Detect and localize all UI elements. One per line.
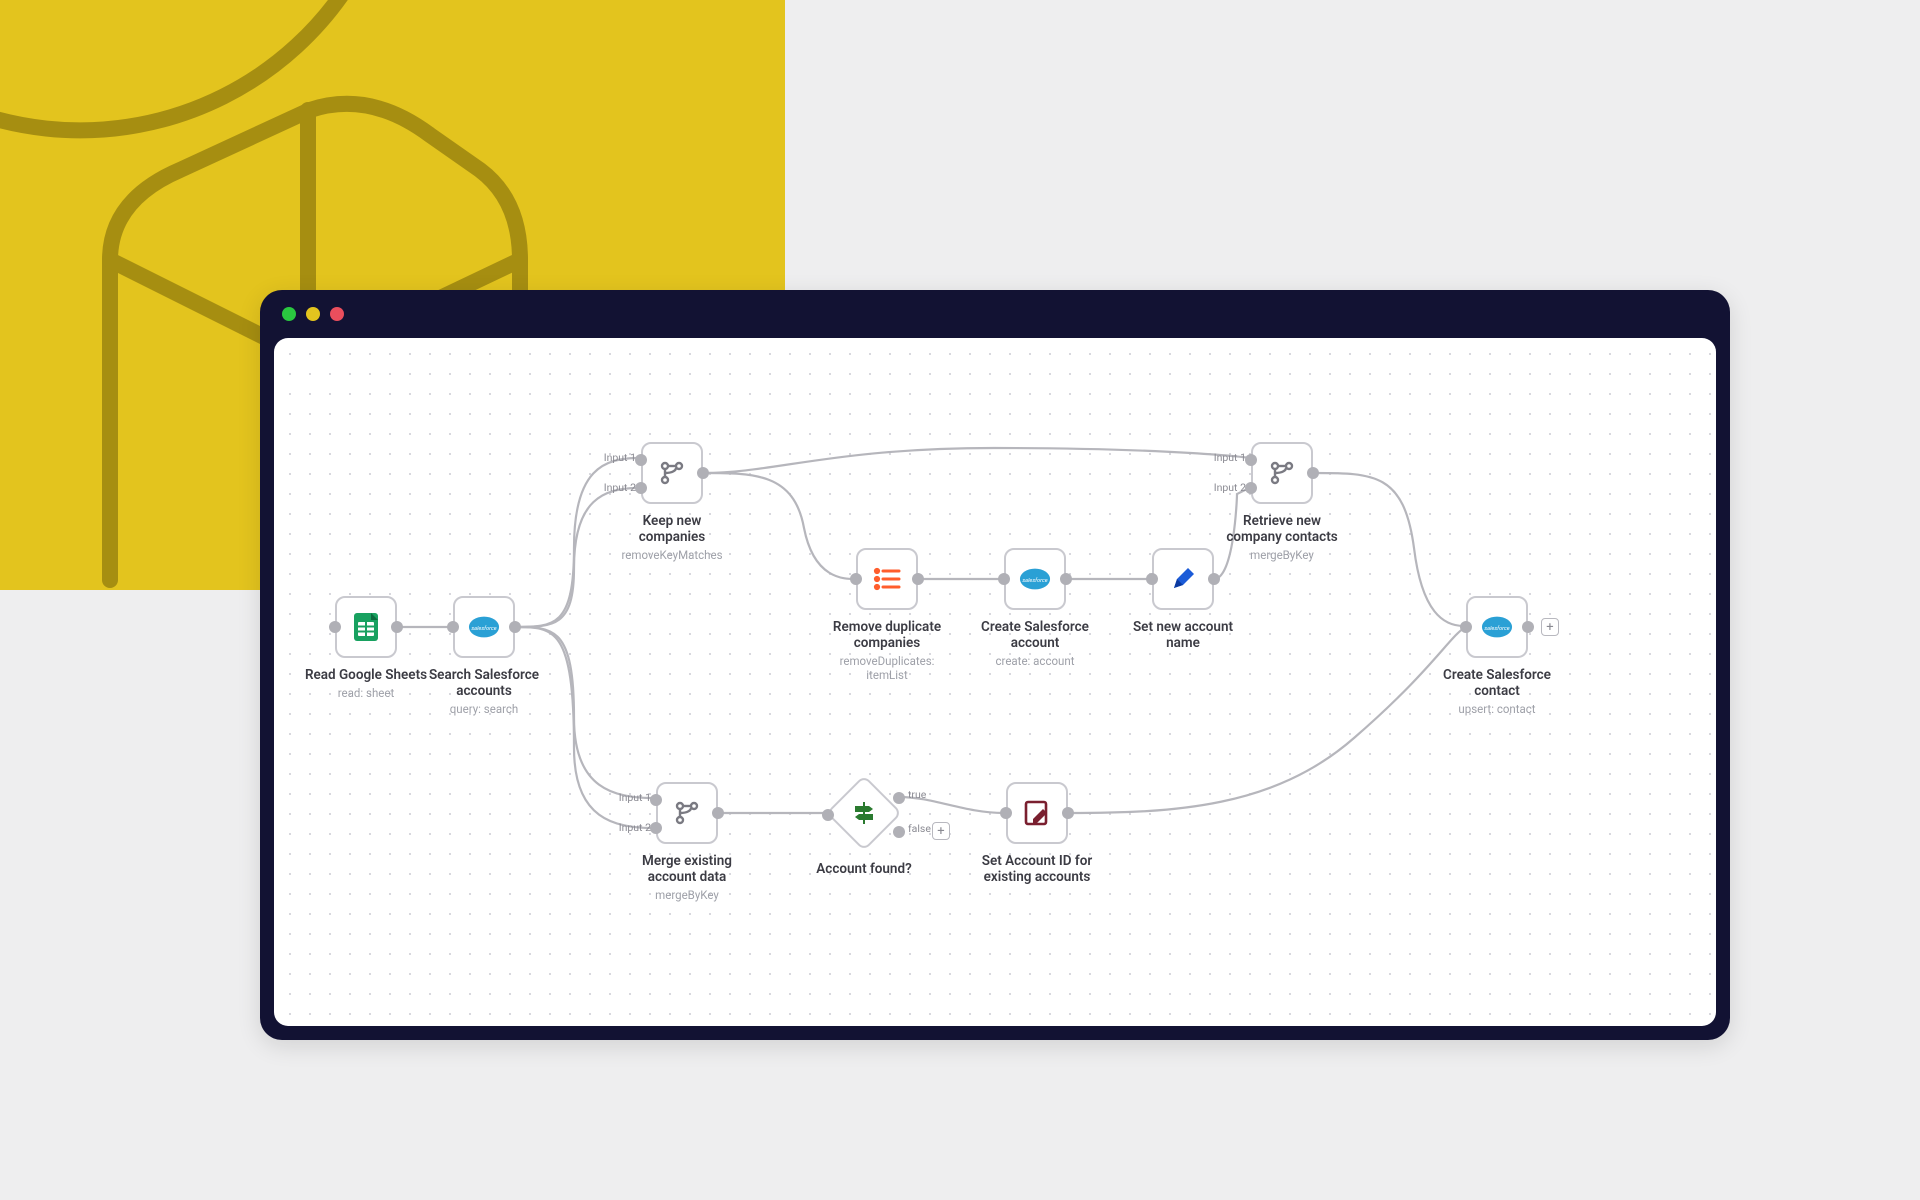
svg-text:salesforce: salesforce xyxy=(1022,577,1047,584)
add-false-branch-button[interactable]: + xyxy=(932,822,950,840)
node-title: Create Salesforce contact xyxy=(1433,668,1561,700)
node-title: Keep new companies xyxy=(608,514,736,546)
list-icon xyxy=(871,563,903,595)
node-keep-new-companies[interactable]: Input 1 Input 2 Keep new companies remov… xyxy=(608,442,736,562)
branch-icon xyxy=(656,457,688,489)
signpost-icon xyxy=(848,797,880,829)
node-set-account-id[interactable]: Set Account ID for existing accounts xyxy=(973,782,1101,886)
node-subtitle: removeDuplicates: itemList xyxy=(823,654,951,682)
port-label-true: true xyxy=(908,788,926,801)
traffic-light-minimize[interactable] xyxy=(282,307,296,321)
port-label-input-1: Input 1 xyxy=(619,791,651,804)
node-remove-duplicate-companies[interactable]: Remove duplicate companies removeDuplica… xyxy=(823,548,951,682)
salesforce-icon: salesforce xyxy=(1019,563,1051,595)
node-set-new-account-name[interactable]: Set new account name xyxy=(1119,548,1247,652)
edit-document-icon xyxy=(1021,797,1053,829)
node-create-salesforce-contact[interactable]: salesforce + Create Salesforce contact u… xyxy=(1433,596,1561,716)
node-merge-existing-account-data[interactable]: Input 1 Input 2 Merge existing account d… xyxy=(623,782,751,902)
branch-icon xyxy=(671,797,703,829)
node-search-salesforce-accounts[interactable]: salesforce Search Salesforce accounts qu… xyxy=(420,596,548,716)
node-subtitle: create: account xyxy=(971,654,1099,668)
node-title: Merge existing account data xyxy=(623,854,751,886)
node-subtitle: query: search xyxy=(420,702,548,716)
node-title: Create Salesforce account xyxy=(971,620,1099,652)
salesforce-icon: salesforce xyxy=(1481,611,1513,643)
node-title: Remove duplicate companies xyxy=(823,620,951,652)
node-title: Account found? xyxy=(800,862,928,878)
node-subtitle: read: sheet xyxy=(302,686,430,700)
svg-text:salesforce: salesforce xyxy=(1484,625,1509,632)
node-subtitle: removeKeyMatches xyxy=(608,548,736,562)
node-subtitle: upsert: contact xyxy=(1433,702,1561,716)
node-create-salesforce-account[interactable]: salesforce Create Salesforce account cre… xyxy=(971,548,1099,668)
port-label-false: false xyxy=(908,822,931,835)
node-title: Read Google Sheets xyxy=(302,668,430,684)
node-title: Search Salesforce accounts xyxy=(420,668,548,700)
workflow-canvas[interactable]: Read Google Sheets read: sheet salesforc… xyxy=(274,338,1716,1026)
node-subtitle: mergeByKey xyxy=(623,888,751,902)
google-sheets-icon xyxy=(350,611,382,643)
port-label-input-1: Input 1 xyxy=(1214,451,1246,464)
pencil-icon xyxy=(1167,563,1199,595)
node-title: Set Account ID for existing accounts xyxy=(973,854,1101,886)
node-subtitle: mergeByKey xyxy=(1218,548,1346,562)
node-read-google-sheets[interactable]: Read Google Sheets read: sheet xyxy=(302,596,430,700)
svg-text:salesforce: salesforce xyxy=(471,625,496,632)
node-account-found[interactable]: true false + Account found? xyxy=(800,780,928,878)
port-label-input-2: Input 2 xyxy=(604,481,636,494)
app-window: Read Google Sheets read: sheet salesforc… xyxy=(260,290,1730,1040)
traffic-light-close[interactable] xyxy=(330,307,344,321)
window-titlebar xyxy=(260,290,1730,338)
add-node-button[interactable]: + xyxy=(1541,618,1559,636)
node-title: Set new account name xyxy=(1119,620,1247,652)
port-label-input-2: Input 2 xyxy=(619,821,651,834)
traffic-light-maximize[interactable] xyxy=(306,307,320,321)
node-retrieve-new-company-contacts[interactable]: Input 1 Input 2 Retrieve new company con… xyxy=(1218,442,1346,562)
salesforce-icon: salesforce xyxy=(468,611,500,643)
node-title: Retrieve new company contacts xyxy=(1218,514,1346,546)
port-label-input-1: Input 1 xyxy=(604,451,636,464)
port-label-input-2: Input 2 xyxy=(1214,481,1246,494)
branch-icon xyxy=(1266,457,1298,489)
